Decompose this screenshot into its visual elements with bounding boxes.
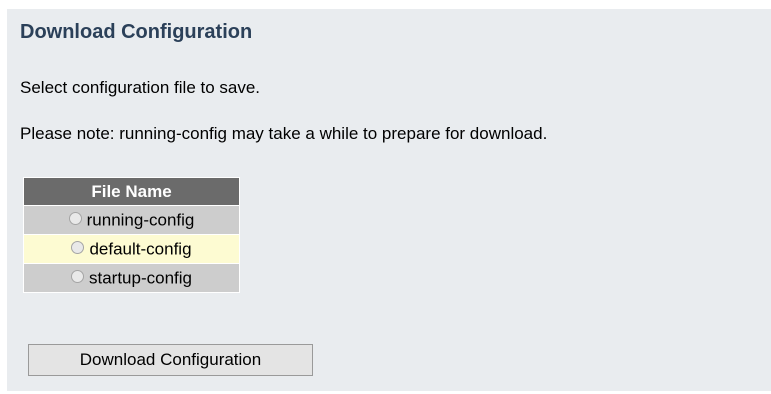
select-instruction: Select configuration file to save.: [20, 78, 261, 97]
table-row: default-config: [23, 234, 240, 264]
startup-config-label[interactable]: startup-config: [89, 268, 192, 287]
file-name-column-header: File Name: [23, 177, 240, 206]
default-config-radio[interactable]: [71, 240, 85, 254]
startup-config-radio[interactable]: [71, 269, 84, 283]
default-config-label[interactable]: default-config: [89, 239, 191, 258]
file-row-startup-config[interactable]: startup-config: [23, 263, 240, 293]
running-config-label[interactable]: running-config: [87, 210, 195, 229]
file-row-default-config[interactable]: default-config: [23, 234, 240, 264]
running-config-radio[interactable]: [68, 211, 82, 225]
download-configuration-button[interactable]: Download Configuration: [28, 344, 313, 376]
table-header-row: File Name: [23, 177, 240, 206]
table-row: running-config: [23, 205, 240, 235]
download-config-panel: Download Configuration Select configurat…: [7, 9, 771, 391]
table-row: startup-config: [23, 263, 240, 293]
file-name-table: File Name running-config default-config …: [23, 177, 240, 293]
file-row-running-config[interactable]: running-config: [23, 205, 240, 235]
download-note: Please note: running-config may take a w…: [20, 124, 548, 143]
page-title: Download Configuration: [20, 21, 253, 43]
